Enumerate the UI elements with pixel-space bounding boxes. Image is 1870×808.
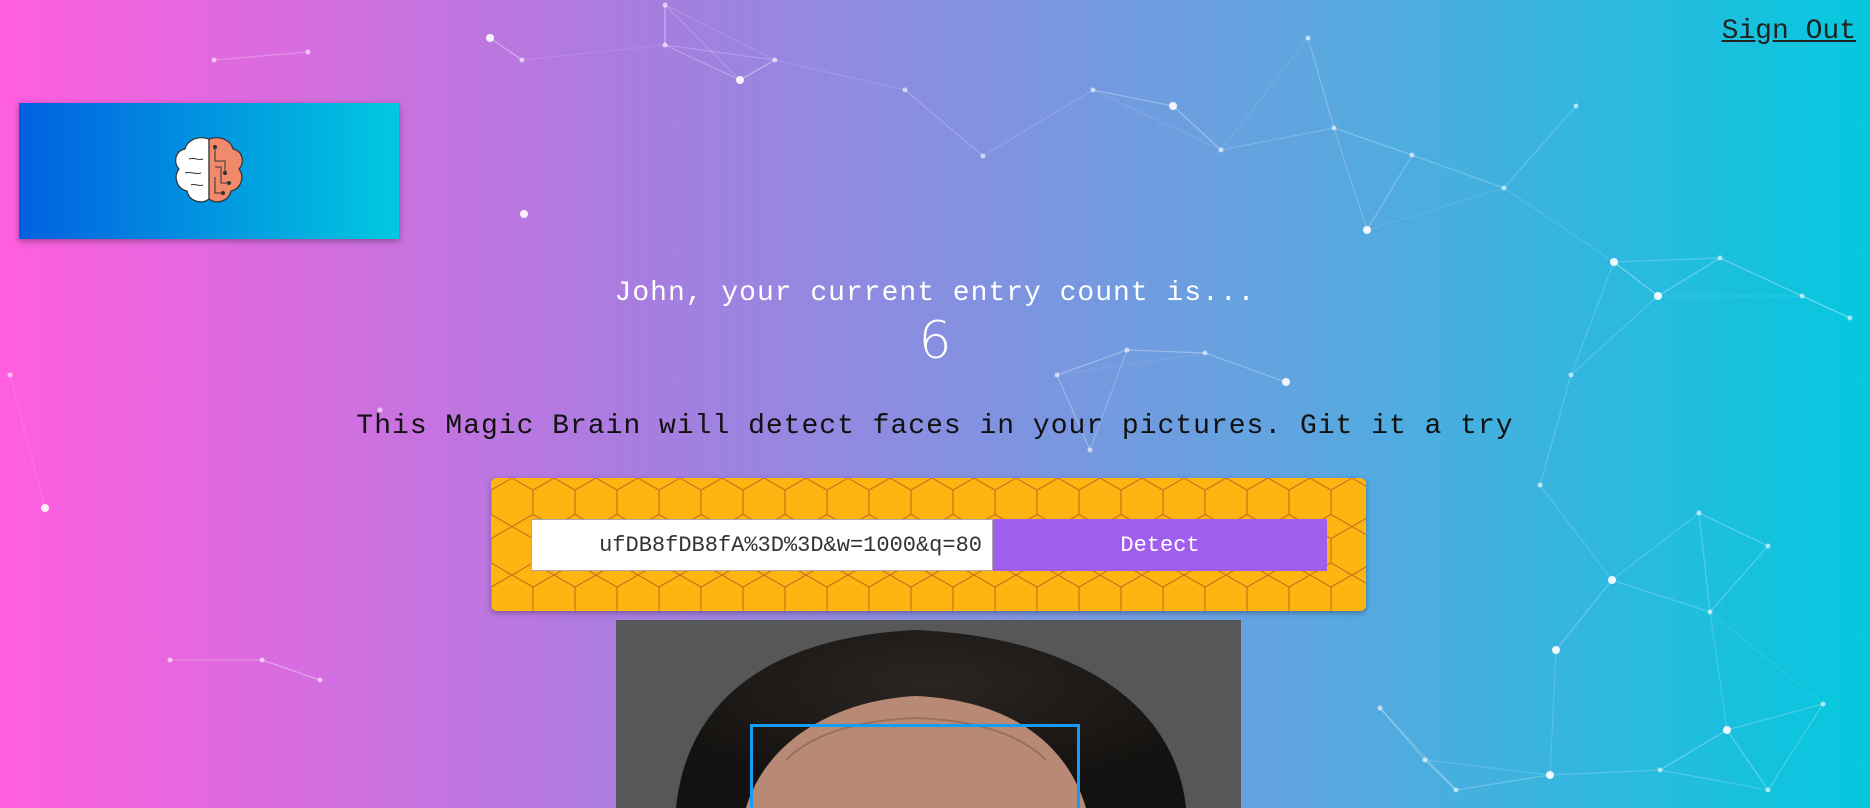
sign-out-link[interactable]: Sign Out bbox=[1722, 16, 1856, 47]
image-link-form: Detect bbox=[491, 478, 1366, 611]
brain-icon bbox=[175, 137, 243, 203]
entry-count-message: John, your current entry count is... bbox=[614, 278, 1256, 309]
entry-count-value: 6 bbox=[918, 311, 952, 371]
logo-card[interactable] bbox=[19, 103, 399, 239]
detect-button[interactable]: Detect bbox=[993, 519, 1327, 571]
entry-count-section: John, your current entry count is... 6 bbox=[0, 278, 1870, 371]
face-image bbox=[616, 620, 1241, 808]
app-tagline: This Magic Brain will detect faces in yo… bbox=[356, 411, 1514, 442]
face-bounding-box bbox=[750, 724, 1080, 808]
image-url-input[interactable] bbox=[531, 519, 993, 571]
